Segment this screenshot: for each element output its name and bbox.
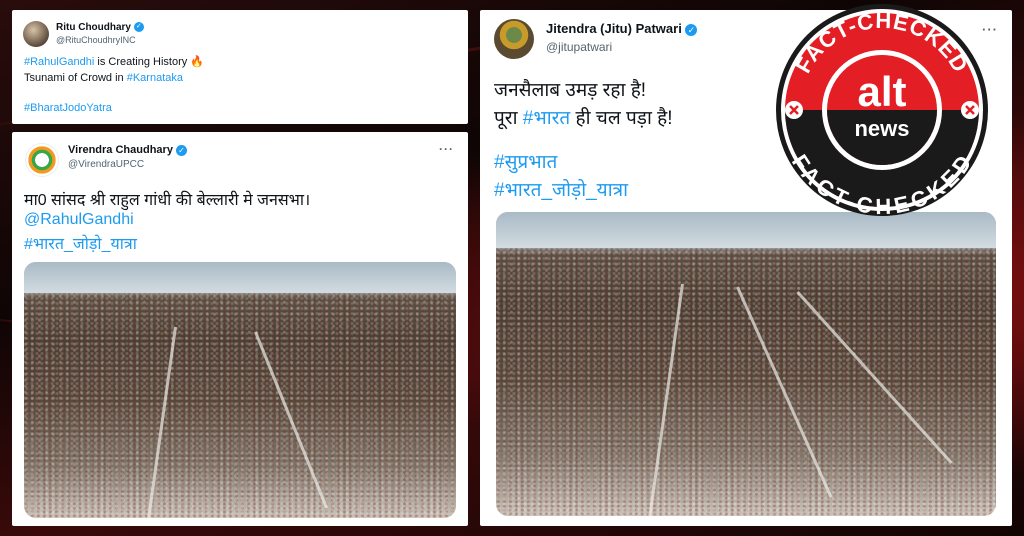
hashtag-link[interactable]: #RahulGandhi (24, 56, 94, 68)
more-options-icon[interactable]: ··· (439, 142, 454, 156)
author-handle[interactable]: @RituChoudhryINC (56, 35, 136, 45)
hashtag-link[interactable]: #BharatJodoYatra (24, 102, 112, 114)
tweet-ritu-choudhary[interactable]: Ritu Choudhary ✓ @RituChoudhryINC #Rahul… (12, 10, 468, 124)
author-name-text[interactable]: Jitendra (Jitu) Patwari (546, 21, 682, 36)
tweet-text-line: मा0 सांसद श्री राहुल गांधी की बेल्लारी म… (24, 192, 311, 209)
author-handle[interactable]: @jitupatwari (546, 40, 612, 54)
tweet-text-line: जनसैलाब उमड़ रहा है! (494, 80, 647, 101)
photo-aisle (254, 331, 329, 509)
hashtag-link[interactable]: #भारत_जोड़ो_यात्रा (494, 176, 628, 202)
verified-badge-icon: ✓ (685, 23, 698, 36)
verified-badge-icon: ✓ (176, 144, 188, 156)
altnews-logo-news: news (854, 116, 909, 141)
tweet-text: is Creating History 🔥 (94, 56, 205, 68)
crowd-photo[interactable] (496, 212, 996, 516)
author-handle[interactable]: @VirendraUPCC (68, 159, 144, 170)
fact-checked-stamp: FACT-CHECKED FACT-CHECKED alt news (776, 4, 988, 219)
tweet-virendra-chaudhary[interactable]: Virendra Chaudhary ✓ @VirendraUPCC ··· म… (12, 132, 468, 526)
mention-link[interactable]: @RahulGandhi (24, 211, 134, 229)
photo-sky (24, 262, 456, 293)
author-name[interactable]: Virendra Chaudhary ✓ (68, 144, 188, 156)
tweet-text: ही चल पड़ा है! (570, 108, 673, 129)
hashtag-link[interactable]: #Karnataka (127, 72, 183, 84)
tweet-text-line: #RahulGandhi is Creating History 🔥 (24, 55, 204, 68)
tweet-text-line: पूरा #भारत ही चल पड़ा है! (494, 104, 673, 130)
avatar[interactable] (494, 19, 534, 59)
stamp-x-right-icon (961, 101, 979, 119)
hashtag-link[interactable]: #सुप्रभात (494, 148, 557, 174)
stamp-x-left-icon (785, 101, 803, 119)
photo-aisle (647, 283, 684, 516)
altnews-logo-alt: alt (857, 68, 906, 115)
tweet-text: पूरा (494, 108, 523, 129)
author-name-text[interactable]: Virendra Chaudhary (68, 144, 173, 156)
crowd-photo[interactable] (24, 262, 456, 518)
verified-badge-icon: ✓ (133, 22, 144, 33)
hashtag-link[interactable]: #भारत_जोड़ो_यात्रा (24, 232, 137, 254)
tweet-text: Tsunami of Crowd in (24, 72, 127, 84)
photo-aisle (146, 326, 177, 518)
photo-aisle (796, 290, 953, 464)
avatar[interactable] (25, 143, 59, 177)
author-name-text[interactable]: Ritu Choudhary (56, 22, 131, 33)
author-name[interactable]: Ritu Choudhary ✓ (56, 22, 144, 33)
author-name[interactable]: Jitendra (Jitu) Patwari ✓ (546, 21, 698, 36)
avatar[interactable] (23, 21, 49, 47)
tweet-text-line: Tsunami of Crowd in #Karnataka (24, 72, 183, 84)
hashtag-link[interactable]: #भारत (523, 108, 570, 129)
